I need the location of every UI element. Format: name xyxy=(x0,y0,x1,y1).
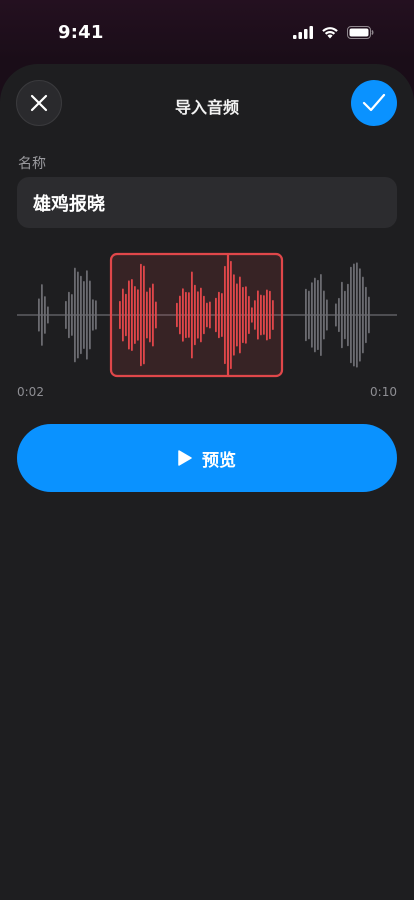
waveform-bar xyxy=(95,300,97,330)
start-time: 0:02 xyxy=(17,385,44,399)
waveform-bar xyxy=(350,266,352,364)
end-time: 0:10 xyxy=(370,385,397,399)
waveform-bar xyxy=(335,303,337,327)
waveform-bar xyxy=(320,273,322,357)
waveform-bar xyxy=(359,268,361,362)
waveform-bar xyxy=(311,282,313,348)
play-icon xyxy=(178,450,192,466)
name-input[interactable] xyxy=(17,177,397,228)
waveform-bar xyxy=(365,286,367,344)
confirm-button[interactable] xyxy=(351,80,397,126)
status-time: 9:41 xyxy=(58,22,104,43)
waveform-bar xyxy=(71,294,73,336)
waveform-bar xyxy=(68,291,70,339)
waveform-bar xyxy=(347,283,349,347)
waveform-bar xyxy=(92,299,94,331)
waveform-bar xyxy=(80,275,82,355)
checkmark-icon xyxy=(362,93,386,112)
waveform-bar xyxy=(308,290,310,340)
status-icons xyxy=(293,26,374,39)
status-bar: 9:41 xyxy=(0,0,414,64)
waveform-bar xyxy=(344,290,346,340)
waveform-bar xyxy=(41,284,43,346)
waveform-bar xyxy=(338,297,340,333)
waveform-bar xyxy=(341,281,343,349)
waveform-bar xyxy=(65,300,67,330)
waveform-bar xyxy=(314,277,316,353)
audio-waveform[interactable] xyxy=(17,252,397,378)
waveform-bar xyxy=(74,267,76,363)
wifi-icon xyxy=(322,27,338,39)
waveform-bar xyxy=(77,271,79,359)
waveform-bar xyxy=(47,306,49,324)
preview-button[interactable]: 预览 xyxy=(17,424,397,492)
name-label: 名称 xyxy=(18,156,46,172)
waveform-bar xyxy=(353,263,355,367)
waveform-bar xyxy=(368,296,370,334)
waveform-bar xyxy=(356,262,358,368)
waveform-bar xyxy=(86,270,88,360)
waveform-bar xyxy=(317,279,319,351)
waveform-bar xyxy=(89,280,91,350)
waveform-bar xyxy=(326,299,328,331)
signal-icon xyxy=(293,26,313,39)
waveform-bar xyxy=(305,288,307,342)
waveform-bar xyxy=(44,296,46,334)
import-audio-sheet: 导入音频 名称 0:02 0:10 预览 xyxy=(0,64,414,900)
battery-icon xyxy=(347,26,374,39)
selection-fill xyxy=(111,254,282,376)
waveform-bar xyxy=(323,290,325,340)
preview-label: 预览 xyxy=(202,450,236,471)
waveform-bar xyxy=(83,280,85,350)
waveform-bar xyxy=(362,276,364,354)
waveform-bar xyxy=(38,298,40,332)
